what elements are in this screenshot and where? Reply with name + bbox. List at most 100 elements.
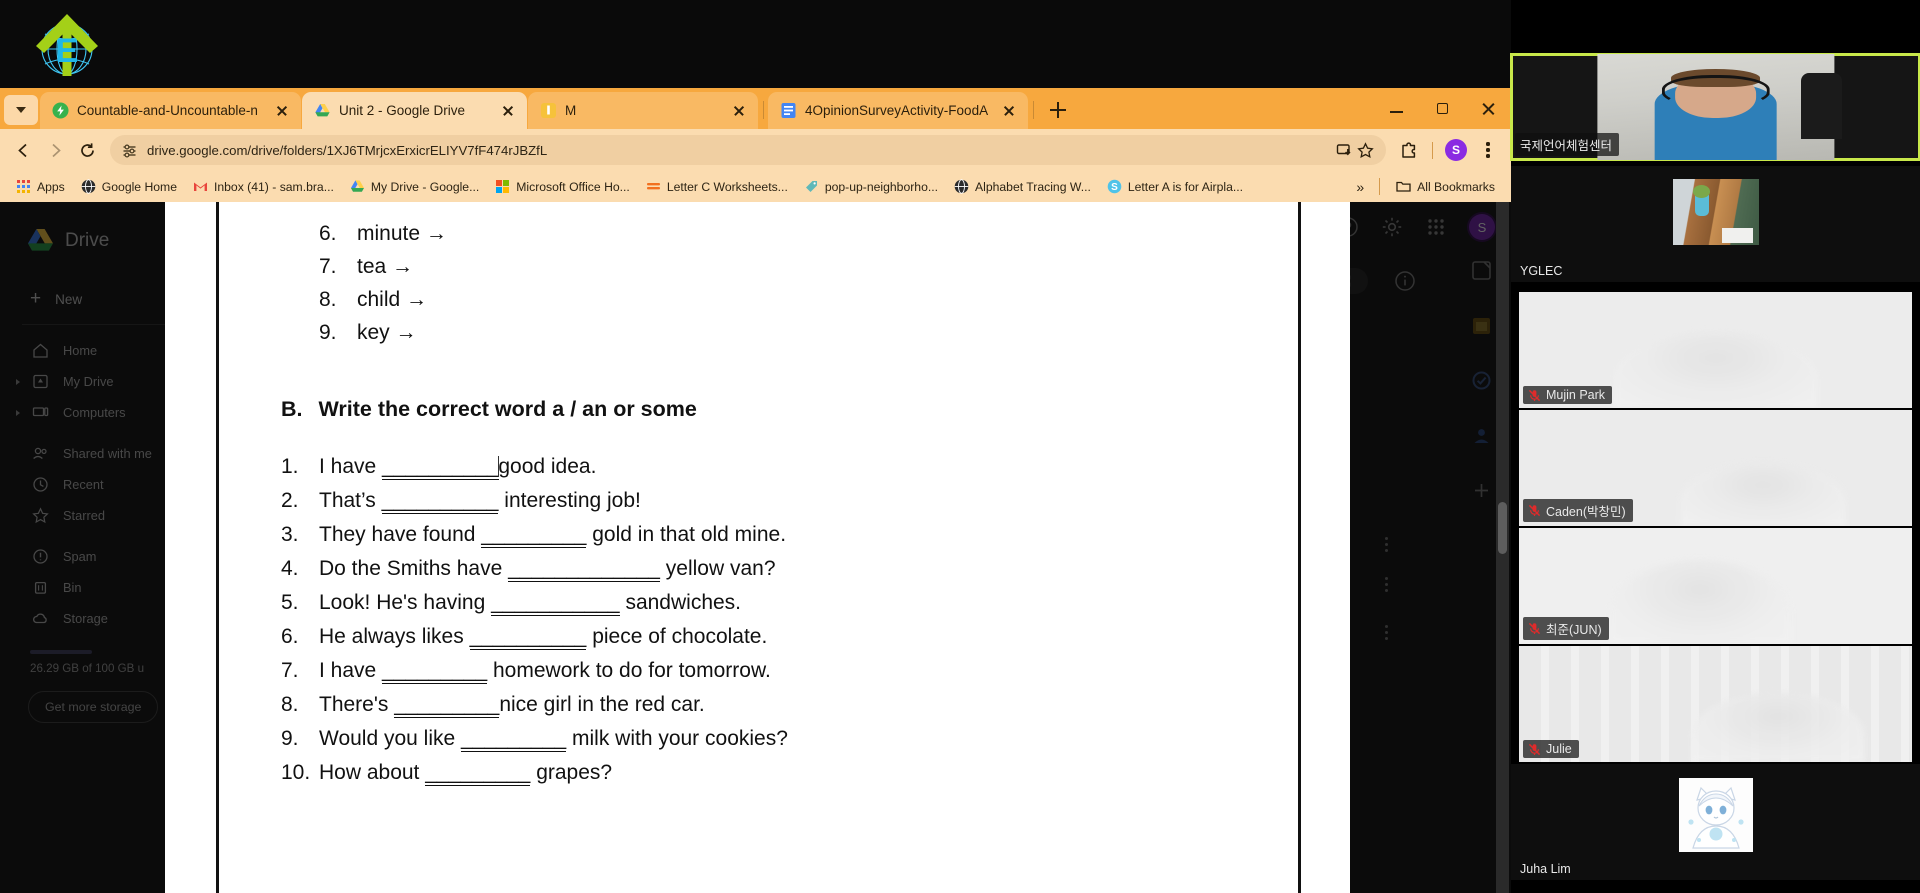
browser-tab-opinion-survey[interactable]: 4OpinionSurveyActivity-FoodA	[768, 92, 1028, 129]
video-feed: Caden(박창민)	[1519, 410, 1912, 526]
file-row-menu-1[interactable]	[1385, 534, 1389, 555]
item-prefix: There's	[319, 693, 395, 716]
get-more-storage-button[interactable]: Get more storage	[28, 691, 159, 723]
site-settings-icon[interactable]	[122, 143, 137, 158]
participant-tile-jun[interactable]: 최준(JUN)	[1511, 528, 1920, 644]
bookmark-label: Google Home	[101, 179, 177, 194]
participant-tile-caden[interactable]: Caden(박창민)	[1511, 410, 1920, 526]
bookmark-inbox[interactable]: Inbox (41) - sam.bra...	[185, 176, 342, 197]
google-contacts-icon[interactable]	[1471, 425, 1492, 446]
file-row-menu-3[interactable]	[1385, 622, 1389, 643]
list-item: 3. They have found _________ gold in tha…	[281, 523, 1298, 548]
list-item: 8. There's _________nice girl in the red…	[281, 693, 1298, 718]
google-calendar-icon[interactable]	[1471, 315, 1492, 336]
bookmark-star-icon[interactable]	[1357, 141, 1374, 159]
reload-button[interactable]	[72, 135, 102, 165]
bookmark-pop-up-neighborhood[interactable]: pop-up-neighborho...	[796, 176, 946, 197]
participant-label: Julie	[1523, 740, 1579, 758]
browser-tab-countable[interactable]: Countable-and-Uncountable-n	[40, 92, 301, 129]
google-tasks-icon[interactable]	[1471, 370, 1492, 391]
file-row-menu-2[interactable]	[1385, 574, 1389, 595]
item-suffix: homework to do for tomorrow.	[487, 659, 771, 682]
bookmark-google-home[interactable]: Google Home	[73, 176, 185, 197]
expand-triangle-icon[interactable]	[16, 378, 20, 385]
keep-notes-icon[interactable]	[1471, 260, 1492, 281]
item-text: That’s __________ interesting job!	[319, 489, 641, 514]
minimize-icon	[1389, 111, 1403, 113]
participant-label: Caden(박창민)	[1523, 499, 1633, 522]
install-app-icon[interactable]	[1336, 142, 1353, 159]
settings-gear-icon[interactable]	[1381, 216, 1403, 238]
participant-tile-host[interactable]: 국제언어체험센터	[1510, 53, 1920, 161]
extensions-button[interactable]	[1394, 135, 1424, 165]
folder-icon	[1396, 179, 1411, 194]
bookmark-apps[interactable]: Apps	[8, 176, 73, 197]
video-participants-panel: 국제언어체험센터 YGLEC Mujin Park Caden(박창민) 최준(…	[1510, 0, 1920, 893]
item-text: minute →	[357, 222, 447, 245]
address-bar[interactable]: drive.google.com/drive/folders/1XJ6TMrjc…	[110, 135, 1386, 165]
room-photo	[1672, 179, 1759, 246]
back-button[interactable]	[8, 135, 38, 165]
maximize-button[interactable]	[1419, 88, 1465, 129]
tab-close-icon[interactable]	[998, 100, 1020, 122]
bookmark-my-drive[interactable]: My Drive - Google...	[342, 176, 487, 197]
tab-close-icon[interactable]	[497, 100, 519, 122]
drive-account-avatar[interactable]: S	[1469, 214, 1495, 240]
people-icon	[32, 445, 49, 462]
item-suffix: sandwiches.	[619, 591, 742, 614]
add-app-plus-icon[interactable]	[1471, 480, 1492, 501]
tab-title: M	[565, 103, 577, 118]
section-letter: B.	[281, 397, 303, 421]
sidebar-item-label: Recent	[63, 477, 104, 492]
browser-tab-unit2-google-drive[interactable]: Unit 2 - Google Drive	[302, 92, 527, 129]
participant-tile-juha-lim[interactable]: Juha Lim	[1511, 764, 1920, 880]
bookmark-alphabet-tracing[interactable]: Alphabet Tracing W...	[946, 176, 1099, 197]
item-text: How about _________ grapes?	[319, 761, 612, 786]
divider	[22, 324, 182, 325]
details-info-icon[interactable]	[1394, 270, 1416, 292]
all-bookmarks-button[interactable]: All Bookmarks	[1388, 176, 1503, 197]
new-tab-button[interactable]	[1044, 96, 1072, 124]
list-item: 7. tea →	[319, 255, 1298, 279]
participant-tile-julie[interactable]: Julie	[1511, 646, 1920, 762]
bookmark-microsoft-office[interactable]: Microsoft Office Ho...	[487, 176, 638, 197]
forward-button[interactable]	[40, 135, 70, 165]
apps-grid-icon[interactable]	[1425, 216, 1447, 238]
bookmark-label: Inbox (41) - sam.bra...	[213, 179, 334, 194]
browser-tab-m[interactable]: M	[528, 92, 758, 129]
kebab-menu-icon	[1486, 142, 1490, 159]
participant-tile-yglec[interactable]: YGLEC	[1511, 166, 1920, 282]
scrollbar-thumb[interactable]	[1498, 502, 1507, 554]
close-icon	[1481, 101, 1496, 116]
page-scrollbar[interactable]	[1496, 202, 1509, 893]
profile-avatar[interactable]: S	[1441, 135, 1471, 165]
bookmarks-separator	[1379, 178, 1381, 195]
item-prefix: Look! He's having	[319, 591, 492, 614]
bookmark-letter-a-airplane[interactable]: S Letter A is for Airpla...	[1099, 176, 1251, 197]
list-item: 2. That’s __________ interesting job!	[281, 489, 1298, 514]
sidebar-item-label: Bin	[63, 580, 82, 595]
tab-search-button[interactable]	[4, 95, 38, 125]
expand-triangle-icon[interactable]	[16, 409, 20, 416]
video-feed: Juha Lim	[1511, 764, 1920, 880]
storage-usage-bar	[30, 650, 92, 654]
item-text: child →	[357, 288, 428, 311]
tab-close-icon[interactable]	[728, 100, 750, 122]
answer-blank: ___________	[491, 591, 620, 616]
browser-menu-button[interactable]	[1473, 135, 1503, 165]
office-chair	[1801, 73, 1843, 139]
tab-strip: Countable-and-Uncountable-n Unit 2 - Goo…	[0, 88, 1511, 129]
warning-icon	[32, 548, 49, 565]
item-number: 3.	[281, 523, 299, 546]
participant-tile-mujin-park[interactable]: Mujin Park	[1511, 292, 1920, 408]
item-prefix: I have	[319, 659, 383, 682]
bookmarks-overflow-button[interactable]: »	[1349, 177, 1371, 197]
url-text: drive.google.com/drive/folders/1XJ6TMrjc…	[147, 142, 548, 158]
bookmark-letter-c-worksheets[interactable]: Letter C Worksheets...	[638, 176, 796, 197]
participant-name: Caden(박창민)	[1546, 505, 1626, 519]
participant-label: Juha Lim	[1515, 860, 1578, 878]
minimize-button[interactable]	[1373, 88, 1419, 129]
tab-close-icon[interactable]	[271, 100, 293, 122]
item-prefix: How about	[319, 761, 426, 784]
close-button[interactable]	[1465, 88, 1511, 129]
